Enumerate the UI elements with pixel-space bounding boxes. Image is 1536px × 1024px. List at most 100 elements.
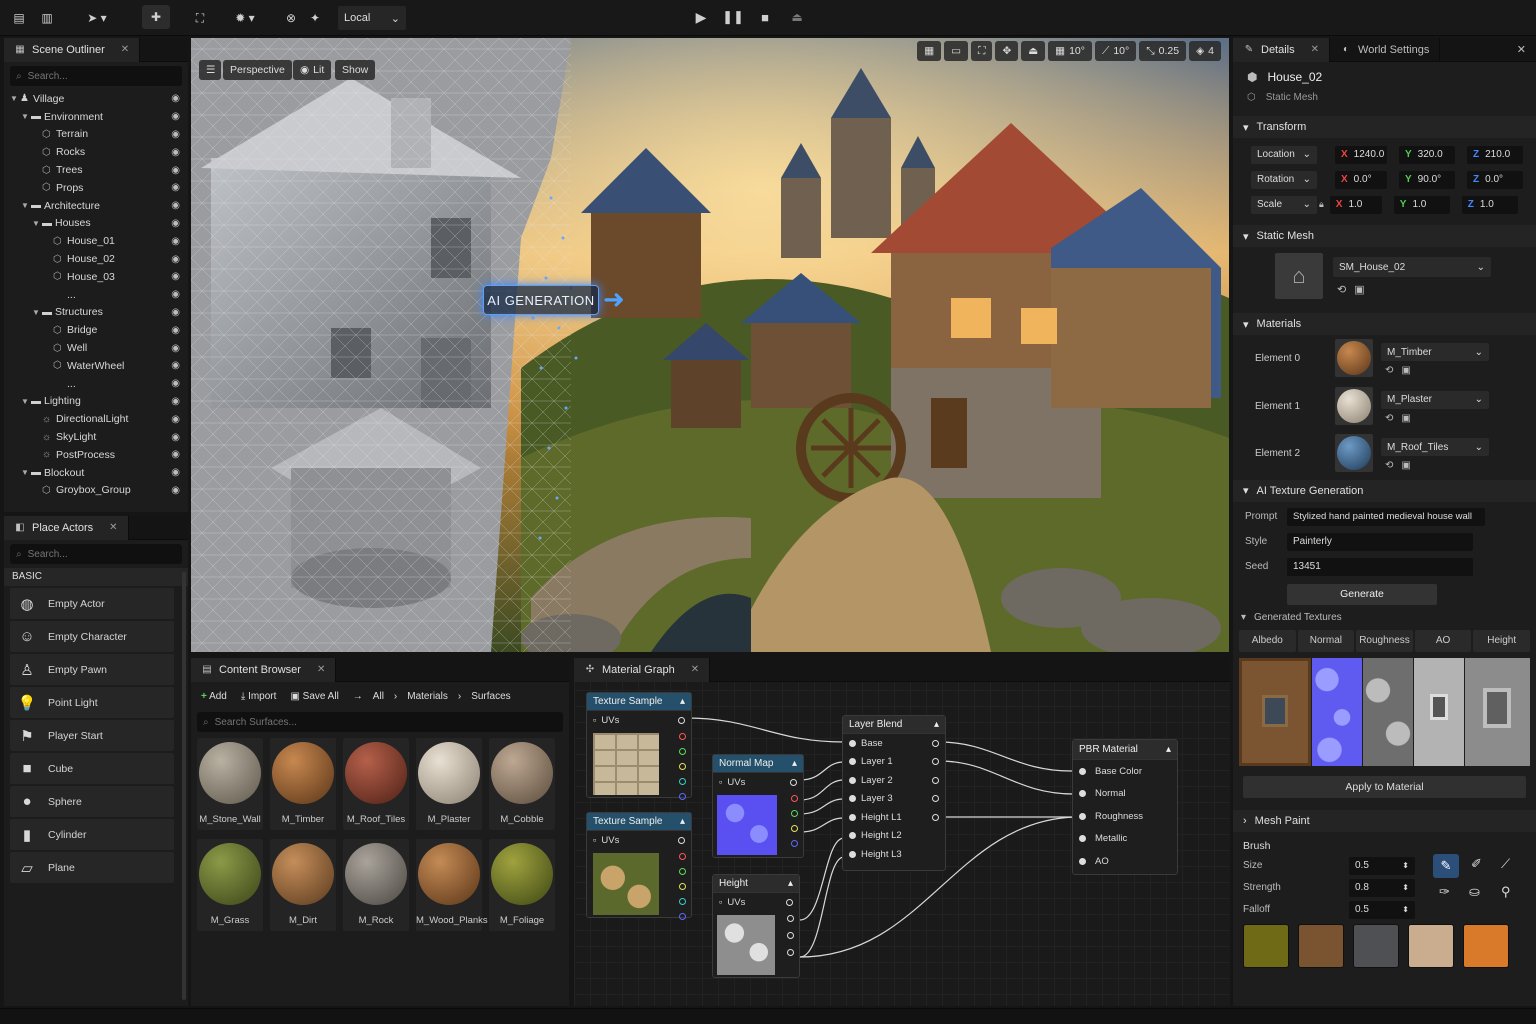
use-selected-icon[interactable]: ⟲ (1385, 365, 1393, 376)
scrollbar[interactable] (182, 572, 186, 1000)
collapse-icon[interactable]: ▴ (792, 758, 797, 769)
outliner-item[interactable]: ⬡ House_01 ◉ (4, 232, 188, 250)
albedo-preview[interactable] (1239, 657, 1311, 766)
material-asset[interactable]: M_Dirt (270, 839, 336, 931)
eye-icon[interactable]: ◉ (171, 111, 180, 122)
blend-pin[interactable]: Layer 1 (843, 753, 945, 772)
eye-icon[interactable]: ◉ (171, 129, 180, 140)
pin-input[interactable] (849, 813, 856, 821)
tab-content-browser[interactable]: ▤ Content Browser ✕ (191, 657, 337, 682)
breadcrumb-item[interactable]: All (373, 691, 384, 702)
browse-icon[interactable]: ▣ (1401, 413, 1410, 424)
browse-icon[interactable]: ▣ (1354, 283, 1364, 296)
texture-tab[interactable]: Roughness (1356, 629, 1413, 652)
content-icon[interactable]: ▥ (36, 7, 58, 29)
pause-icon[interactable]: ❚❚ (722, 6, 744, 28)
material-asset[interactable]: M_Rock (343, 839, 409, 931)
mesh-paint-section-header[interactable]: › Mesh Paint (1233, 809, 1536, 832)
texture-tab[interactable]: Normal (1297, 629, 1355, 652)
pin-uvs[interactable]: ▫ UVs (713, 893, 799, 912)
normal-map-node[interactable]: Normal Map ▴ ▫ UVs (712, 754, 804, 858)
viewport[interactable]: ☰ Perspective ◉ Lit Show ▦ ▭ ⛶ ✥ ⏏ ▦ 10° ⟋… (191, 38, 1229, 652)
rotation-snap-button[interactable]: ⟋ 10° (1094, 41, 1137, 61)
ao-preview[interactable] (1414, 657, 1464, 766)
play-icon[interactable]: ▶ (690, 6, 712, 28)
material-dropdown[interactable]: M_Roof_Tiles ⌄ (1381, 438, 1489, 456)
save-all-button[interactable]: ▣ Save All (290, 691, 338, 702)
size-input[interactable]: 0.5 ⬍ (1349, 856, 1415, 875)
eye-icon[interactable]: ◉ (171, 467, 180, 478)
ai-texture-section-header[interactable]: ▾ AI Texture Generation (1233, 479, 1536, 502)
normal-preview[interactable] (1312, 657, 1362, 766)
actor-item[interactable]: ▱ Plane (10, 852, 174, 883)
y-field[interactable]: Y 1.0 (1393, 195, 1450, 214)
pin-r[interactable] (791, 795, 798, 802)
transform-mode-dropdown[interactable]: Rotation ⌄ (1251, 170, 1317, 189)
pin-rgba[interactable] (791, 840, 798, 847)
pin-input[interactable] (1079, 857, 1086, 865)
eye-icon[interactable]: ◉ (171, 254, 180, 265)
forward-icon[interactable]: → (353, 691, 363, 702)
actor-item[interactable]: ⚑ Player Start (10, 720, 174, 751)
strength-input[interactable]: 0.8 ⬍ (1349, 878, 1415, 897)
x-field[interactable]: X 0.0° (1335, 170, 1387, 189)
outliner-item[interactable]: ⬡ Bridge ◉ (4, 321, 188, 339)
maximize-icon[interactable]: ⛶ (971, 41, 993, 61)
tab-material-graph[interactable]: ✣ Material Graph ✕ (574, 657, 711, 682)
pin-r[interactable] (679, 733, 686, 740)
close-icon[interactable]: ✕ (121, 44, 129, 55)
pin-b[interactable] (787, 949, 794, 956)
file-icon[interactable]: ▤ (8, 7, 30, 29)
scale-snap-button[interactable]: ⤡ 0.25 (1139, 41, 1187, 61)
eye-icon[interactable]: ◉ (171, 414, 180, 425)
pin-r[interactable] (787, 915, 794, 922)
perspective-button[interactable]: Perspective (223, 60, 292, 80)
paint-brush-icon[interactable]: ✎ (1433, 853, 1459, 878)
transform-mode-dropdown[interactable]: Scale ⌄ (1251, 195, 1317, 214)
add-icon[interactable]: ✦ (306, 7, 324, 29)
use-selected-icon[interactable]: ⟲ (1337, 283, 1346, 296)
actor-item[interactable]: 💡 Point Light (10, 687, 174, 718)
outliner-item[interactable]: ▼ ▬ Structures ◉ (4, 304, 188, 322)
eye-icon[interactable]: ◉ (171, 289, 180, 300)
pin-uvs[interactable]: ▫ UVs (587, 711, 691, 730)
spinner-icon[interactable]: ⬍ (1402, 905, 1409, 914)
x-field[interactable]: X 1.0 (1329, 195, 1382, 214)
pbr-pin[interactable]: Roughness (1073, 805, 1177, 828)
eyedropper-icon[interactable]: ✑ (1439, 884, 1450, 900)
pin-g[interactable] (791, 810, 798, 817)
generated-textures-header[interactable]: ▾ Generated Textures (1233, 608, 1536, 628)
expand-triangle-icon[interactable]: ▼ (32, 308, 42, 317)
pin-rgba[interactable] (679, 793, 686, 800)
pin-b[interactable] (679, 763, 686, 770)
eye-icon[interactable]: ◉ (171, 182, 180, 193)
material-dropdown[interactable]: M_Timber ⌄ (1381, 343, 1489, 361)
blend-pin[interactable]: Layer 2 (843, 771, 945, 790)
material-asset[interactable]: M_Roof_Tiles (343, 738, 409, 830)
actor-item[interactable]: ☺ Empty Character (10, 621, 174, 652)
expand-triangle-icon[interactable]: ▼ (21, 397, 31, 406)
pin-rgba[interactable] (679, 913, 686, 920)
outliner-item[interactable]: ☼ SkyLight ◉ (4, 428, 188, 446)
actor-item[interactable]: ◍ Empty Actor (10, 588, 174, 619)
pin-r[interactable] (679, 853, 686, 860)
close-icon[interactable]: ✕ (691, 664, 699, 675)
snap-icon[interactable]: ⊗ (280, 7, 302, 29)
tab-world-settings[interactable]: ◐ World Settings (1330, 37, 1441, 62)
color-swatch[interactable] (1463, 923, 1509, 968)
outliner-item[interactable]: ⬡ Props ◉ (4, 179, 188, 197)
grid-icon[interactable]: ▦ (917, 41, 942, 61)
pin-g[interactable] (679, 868, 686, 875)
pin-output[interactable] (932, 795, 939, 803)
eye-icon[interactable]: ◉ (171, 378, 180, 389)
close-icon[interactable]: ✕ (109, 522, 117, 533)
actor-item[interactable]: ■ Cube (10, 753, 174, 784)
pbr-material-node[interactable]: PBR Material ▴ Base Color Normal Roughness M… (1072, 739, 1178, 875)
pin-output[interactable] (786, 898, 793, 906)
pin-output[interactable] (932, 813, 939, 821)
blend-pin[interactable]: Base (843, 734, 945, 753)
eye-icon[interactable]: ◉ (171, 396, 180, 407)
pin-output[interactable] (678, 716, 685, 724)
eye-icon[interactable]: ◉ (171, 485, 180, 496)
eye-icon[interactable]: ◉ (171, 200, 180, 211)
